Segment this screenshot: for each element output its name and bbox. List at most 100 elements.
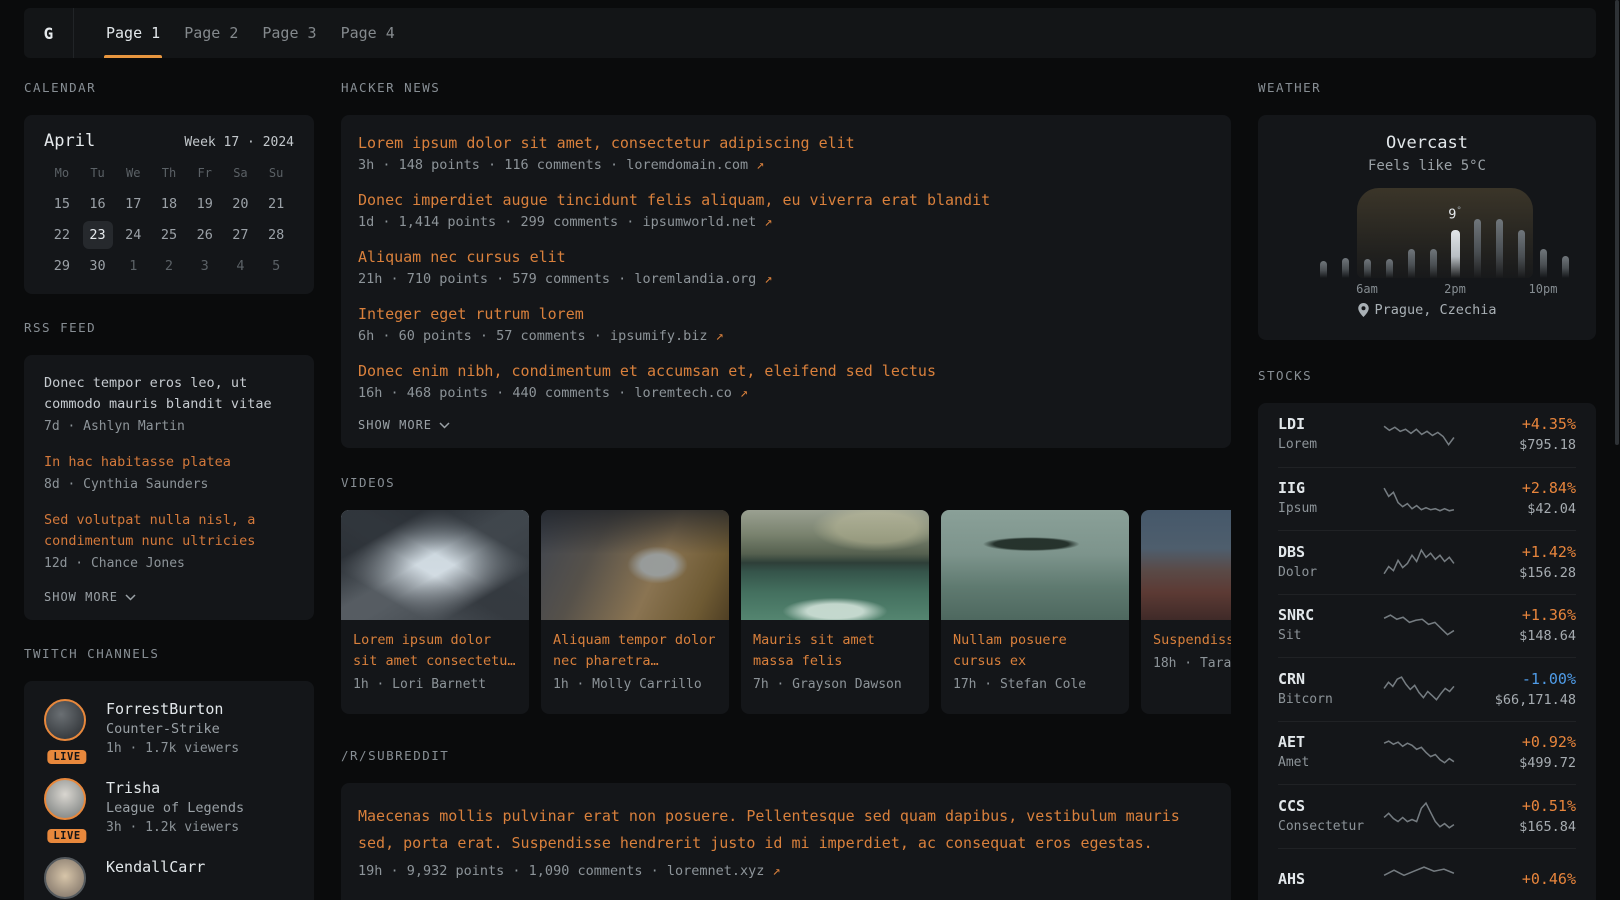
hn-item-link[interactable]: Lorem ipsum dolor sit amet, consectetur … [358,133,1214,153]
tab-page-1[interactable]: Page 1 [94,8,172,58]
stock-sparkline [1382,609,1456,642]
stock-row: CRNBitcorn-1.00%$66,171.48 [1278,657,1576,721]
calendar-day: 29 [44,252,80,280]
rss-item-link[interactable]: Sed volutpat nulla nisl, a condimentum n… [44,510,294,552]
calendar-day-selected: 23 [80,221,116,249]
calendar-day: 1 [115,252,151,280]
avatar-image [44,699,86,741]
video-thumbnail [341,510,529,620]
chevron-down-icon [439,422,450,429]
degree-sign: ° [1456,206,1461,216]
calendar-day-name: Th [151,166,187,186]
hn-item-meta: 6h · 60 points · 57 comments · ipsumify.… [358,326,1214,346]
hn-item-link[interactable]: Donec imperdiet augue tincidunt felis al… [358,190,1214,210]
avatar-image [44,857,86,899]
source-link[interactable]: loremdomain.com ↗ [626,157,764,173]
tab-page-3[interactable]: Page 3 [250,8,328,58]
twitch-channel-link[interactable]: LIVEForrestBurtonCounter-Strike1h · 1.7k… [44,699,294,758]
hn-show-more-button[interactable]: SHOW MORE [358,418,1214,432]
weather-bar [1474,219,1481,278]
app-logo[interactable]: G [24,8,74,58]
video-title: Suspendisse diam [1153,630,1231,651]
hn-item: Donec enim nibh, condimentum et accumsan… [358,361,1214,403]
calendar-day: 17 [115,190,151,218]
video-card-body: Lorem ipsum dolor sit amet consectetu…1h… [341,620,529,702]
twitch-channel-name: ForrestBurton [106,699,239,719]
video-title: Nullam posuere cursus ex [953,630,1117,672]
hn-item-link[interactable]: Integer eget rutrum lorem [358,304,1214,324]
stock-info: LDILorem [1278,415,1382,454]
stock-price: $42.04 [1456,500,1576,518]
hn-item-link[interactable]: Aliquam nec cursus elit [358,247,1214,267]
source-link[interactable]: ipsumworld.net ↗ [642,214,772,230]
calendar-day: 18 [151,190,187,218]
stock-values: +0.46% [1456,870,1576,889]
stock-sparkline [1382,736,1456,769]
twitch-channel-name: Trisha [106,778,244,798]
hn-item-meta: 21h · 710 points · 579 comments · loreml… [358,269,1214,289]
rss-show-more-button[interactable]: SHOW MORE [44,590,294,604]
calendar-day-name: Mo [44,166,80,186]
hn-item-link[interactable]: Donec enim nibh, condimentum et accumsan… [358,361,1214,381]
weather-bar [1562,256,1569,278]
stocks-widget: LDILorem+4.35%$795.18IIGIpsum+2.84%$42.0… [1258,403,1596,900]
stock-symbol: CRN [1278,670,1382,689]
calendar-day: 2 [151,252,187,280]
reddit-post-link[interactable]: Maecenas mollis pulvinar erat non posuer… [358,803,1214,857]
video-title: Mauris sit amet massa felis [753,630,917,672]
videos-heading: VIDEOS [341,475,1231,493]
source-link[interactable]: ipsumify.biz ↗ [610,328,724,344]
source-link[interactable]: loremtech.co ↗ [634,385,748,401]
avatar [44,857,90,899]
video-card-link[interactable]: Mauris sit amet massa felis7h · Grayson … [741,510,929,714]
rss-item-link[interactable]: In hac habitasse platea [44,452,294,473]
stock-sparkline [1382,418,1456,451]
weather-heading: WEATHER [1258,80,1596,98]
video-card-link[interactable]: Lorem ipsum dolor sit amet consectetu…1h… [341,510,529,714]
current-temp-label: 9° [1448,206,1462,223]
source-link[interactable]: loremnet.xyz ↗ [667,863,781,879]
video-card-link[interactable]: Aliquam tempor dolor nec pharetra… 1h · M… [541,510,729,714]
stock-change: +0.92% [1456,733,1576,752]
rss-item-meta: 8d · Cynthia Saunders [44,475,294,495]
video-thumbnail [741,510,929,620]
video-card-link[interactable]: Nullam posuere cursus ex17h · Stefan Col… [941,510,1129,714]
stock-change: +0.46% [1456,870,1576,889]
twitch-channel-info: KendallCarr [106,857,205,899]
page-scrollbar[interactable] [1615,0,1619,445]
video-title: Lorem ipsum dolor sit amet consectetu… [353,630,517,672]
tab-page-2[interactable]: Page 2 [172,8,250,58]
twitch-channel-game: Counter-Strike [106,719,239,739]
video-meta: 1h · Molly Carrillo [553,677,717,692]
stock-row: SNRCSit+1.36%$148.64 [1278,594,1576,658]
stock-price: $165.84 [1456,818,1576,836]
rss-item: Sed volutpat nulla nisl, a condimentum n… [44,510,294,574]
stock-values: +2.84%$42.04 [1456,479,1576,518]
tab-page-4[interactable]: Page 4 [329,8,407,58]
avatar-image [44,778,86,820]
weather-time-label: 10pm [1529,282,1558,296]
calendar-day-name: Fr [187,166,223,186]
stock-sparkline [1382,800,1456,833]
calendar-day: 15 [44,190,80,218]
hn-item: Lorem ipsum dolor sit amet, consectetur … [358,133,1214,175]
avatar: LIVE [44,778,90,837]
source-link[interactable]: loremlandia.org ↗ [634,271,772,287]
calendar-widget: April Week 17 · 2024 MoTuWeThFrSaSu 1516… [24,115,314,294]
stock-symbol: SNRC [1278,606,1382,625]
weather-feels-like: Feels like 5°C [1258,155,1596,177]
weather-bar [1342,258,1349,278]
video-card-body: Aliquam tempor dolor nec pharetra… 1h · M… [541,620,729,702]
twitch-channel-link[interactable]: LIVETrishaLeague of Legends3h · 1.2k vie… [44,778,294,837]
rss-item-link[interactable]: Donec tempor eros leo, ut commodo mauris… [44,373,294,415]
hn-item: Aliquam nec cursus elit21h · 710 points … [358,247,1214,289]
chevron-down-icon [125,594,136,601]
stock-row: CCSConsectetur+0.51%$165.84 [1278,784,1576,848]
rss-item: In hac habitasse platea8d · Cynthia Saun… [44,452,294,495]
stock-change: +1.36% [1456,606,1576,625]
location-pin-icon [1358,303,1369,317]
video-meta: 18h · Tara [1153,656,1231,671]
twitch-channel-link[interactable]: KendallCarr [44,857,294,899]
video-card-link[interactable]: Suspendisse diam 18h · Tara [1141,510,1231,714]
video-title: Aliquam tempor dolor nec pharetra… [553,630,717,672]
